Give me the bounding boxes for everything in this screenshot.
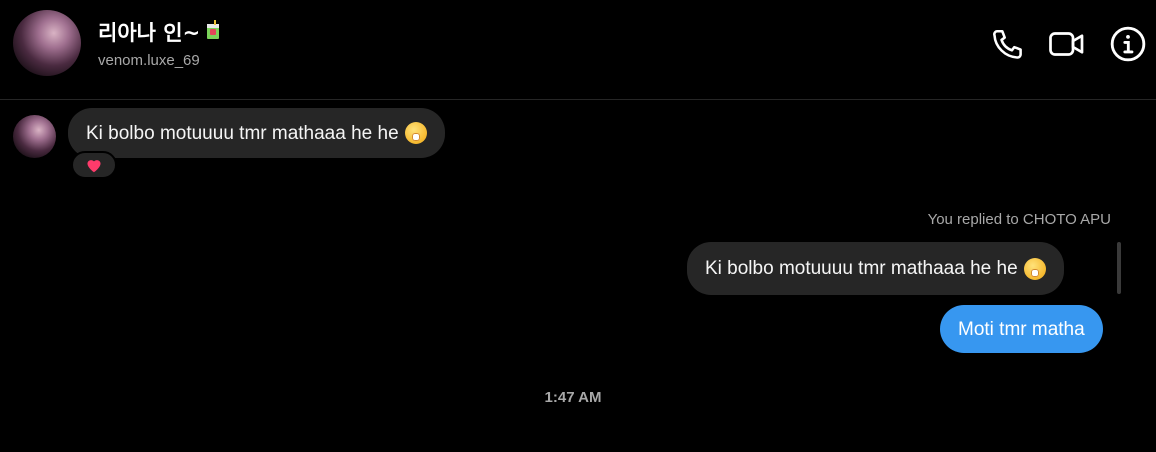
- face-with-hand-over-mouth-icon: [404, 122, 427, 144]
- message-bubble-outgoing[interactable]: Moti tmr matha: [940, 305, 1103, 353]
- face-with-hand-over-mouth-icon: [1023, 257, 1046, 280]
- message-text: Ki bolbo motuuuu tmr mathaaa he he: [86, 122, 399, 144]
- message-text: Moti tmr matha: [958, 318, 1085, 340]
- reply-indicator-bar: [1117, 242, 1121, 294]
- info-icon[interactable]: [1109, 25, 1147, 68]
- sender-avatar[interactable]: [13, 115, 56, 158]
- profile-name-row[interactable]: 리아나 인~: [98, 17, 220, 47]
- reply-context-label: You replied to CHOTO APU: [927, 211, 1111, 228]
- quoted-message-bubble[interactable]: Ki bolbo motuuuu tmr mathaaa he he: [687, 242, 1064, 295]
- chat-header: 리아나 인~ venom.luxe_69: [0, 0, 1156, 100]
- quoted-message-text: Ki bolbo motuuuu tmr mathaaa he he: [705, 258, 1018, 279]
- heart-icon: [87, 160, 101, 173]
- message-bubble-incoming[interactable]: Ki bolbo motuuuu tmr mathaaa he he: [68, 108, 445, 158]
- reaction-badge[interactable]: [71, 151, 117, 179]
- message-timestamp: 1:47 AM: [544, 389, 602, 406]
- profile-name[interactable]: 리아나 인~: [98, 17, 200, 47]
- juice-box-icon: [206, 19, 220, 45]
- phone-icon[interactable]: [990, 26, 1026, 67]
- profile-avatar[interactable]: [13, 10, 81, 76]
- profile-username[interactable]: venom.luxe_69: [98, 52, 200, 69]
- video-icon[interactable]: [1047, 26, 1087, 67]
